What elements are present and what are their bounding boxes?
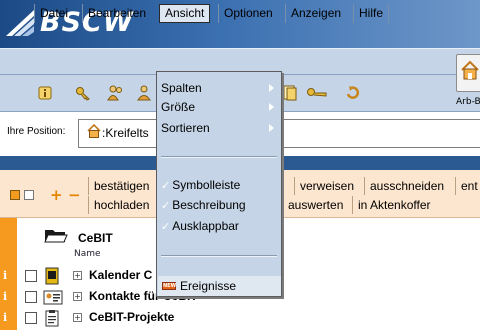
row-checkbox[interactable] xyxy=(25,291,37,303)
action-auswerten[interactable]: auswerten xyxy=(282,196,348,214)
menu-separator xyxy=(161,255,277,257)
menu-datei[interactable]: Datei xyxy=(34,4,73,23)
document-icon[interactable] xyxy=(282,85,298,101)
position-path[interactable]: :Kreifelts xyxy=(102,126,149,140)
row-name[interactable]: Kalender C xyxy=(89,268,152,282)
menu-item-ausklappbar[interactable]: ✓ Ausklappbar xyxy=(161,217,239,235)
home-button-label: Arb-B xyxy=(456,97,480,107)
contacts-icon[interactable] xyxy=(43,288,63,306)
bscw-logo-mark-icon xyxy=(6,10,34,36)
menu-item-ereignisse-label: Ereignisse xyxy=(180,279,237,293)
info-icon[interactable]: i xyxy=(3,290,7,303)
menu-anzeigen[interactable]: Anzeigen xyxy=(285,4,346,23)
submenu-arrow-icon xyxy=(269,124,274,132)
menu-ansicht[interactable]: Ansicht xyxy=(159,4,211,23)
collapse-all-button[interactable]: − xyxy=(68,186,81,204)
menu-item-groesse[interactable]: Größe xyxy=(161,98,195,116)
refresh-icon[interactable] xyxy=(345,85,361,101)
menu-item-symbolleiste-label: Symbolleiste xyxy=(172,178,241,192)
action-entfernen[interactable]: ent xyxy=(455,177,480,195)
menu-item-sortieren[interactable]: Sortieren xyxy=(161,119,210,137)
action-hochladen[interactable]: hochladen xyxy=(88,196,154,214)
position-label: Ihre Position: xyxy=(7,126,66,137)
menu-item-beschreibung[interactable]: ✓ Beschreibung xyxy=(161,196,246,214)
menu-bearbeiten[interactable]: Bearbeiten xyxy=(82,4,151,23)
info-icon[interactable] xyxy=(37,85,53,101)
select-all-icon[interactable] xyxy=(10,190,20,200)
info-icon[interactable]: i xyxy=(3,269,7,282)
expand-icon[interactable]: + xyxy=(73,292,82,301)
action-ausschneiden[interactable]: ausschneiden xyxy=(364,177,449,195)
folder-title: CeBIT xyxy=(78,231,113,245)
deselect-icon[interactable] xyxy=(24,190,34,200)
menu-hilfe[interactable]: Hilfe xyxy=(353,4,390,23)
house-icon[interactable] xyxy=(86,123,102,139)
ansicht-dropdown-menu: Spalten Größe Sortieren ✓ Symbolleiste ✓ B… xyxy=(156,71,282,297)
new-badge-icon: NEW xyxy=(162,282,177,290)
menu-item-ausklappbar-label: Ausklappbar xyxy=(172,219,239,233)
check-icon: ✓ xyxy=(161,180,171,192)
menu-optionen[interactable]: Optionen xyxy=(218,4,278,23)
group-icon[interactable] xyxy=(135,85,151,101)
info-icon[interactable]: i xyxy=(3,311,7,324)
check-icon: ✓ xyxy=(161,221,171,233)
action-in-aktenkoffer[interactable]: in Aktenkoffer xyxy=(352,196,436,214)
menu-item-symbolleiste[interactable]: ✓ Symbolleiste xyxy=(161,176,240,194)
open-folder-icon xyxy=(44,230,68,243)
row-checkbox[interactable] xyxy=(25,312,37,324)
expand-icon[interactable]: + xyxy=(73,271,82,280)
house-icon xyxy=(461,60,479,80)
home-button[interactable] xyxy=(456,54,480,92)
expand-icon[interactable]: + xyxy=(73,313,82,322)
members-icon[interactable] xyxy=(107,85,123,101)
list-item[interactable]: i + CeBIT-Projekte xyxy=(3,308,480,328)
name-column-header[interactable]: Name xyxy=(74,249,101,259)
action-verweisen[interactable]: verweisen xyxy=(294,177,359,195)
keys-icon[interactable] xyxy=(306,85,327,101)
row-name[interactable]: CeBIT-Projekte xyxy=(89,310,174,324)
submenu-arrow-icon xyxy=(269,84,274,92)
menu-item-ereignisse[interactable]: NEW Ereignisse xyxy=(158,276,281,296)
menu-item-beschreibung-label: Beschreibung xyxy=(172,198,246,212)
menu-item-spalten[interactable]: Spalten xyxy=(161,79,202,97)
action-bestaetigen[interactable]: bestätigen xyxy=(88,177,154,195)
expand-all-button[interactable]: + xyxy=(50,186,63,204)
menu-separator xyxy=(161,156,277,158)
key-icon[interactable] xyxy=(75,85,91,101)
check-icon: ✓ xyxy=(161,200,171,212)
calendar-icon[interactable] xyxy=(43,267,61,285)
submenu-arrow-icon xyxy=(269,103,274,111)
clipboard-icon[interactable] xyxy=(43,309,61,327)
row-checkbox[interactable] xyxy=(25,270,37,282)
